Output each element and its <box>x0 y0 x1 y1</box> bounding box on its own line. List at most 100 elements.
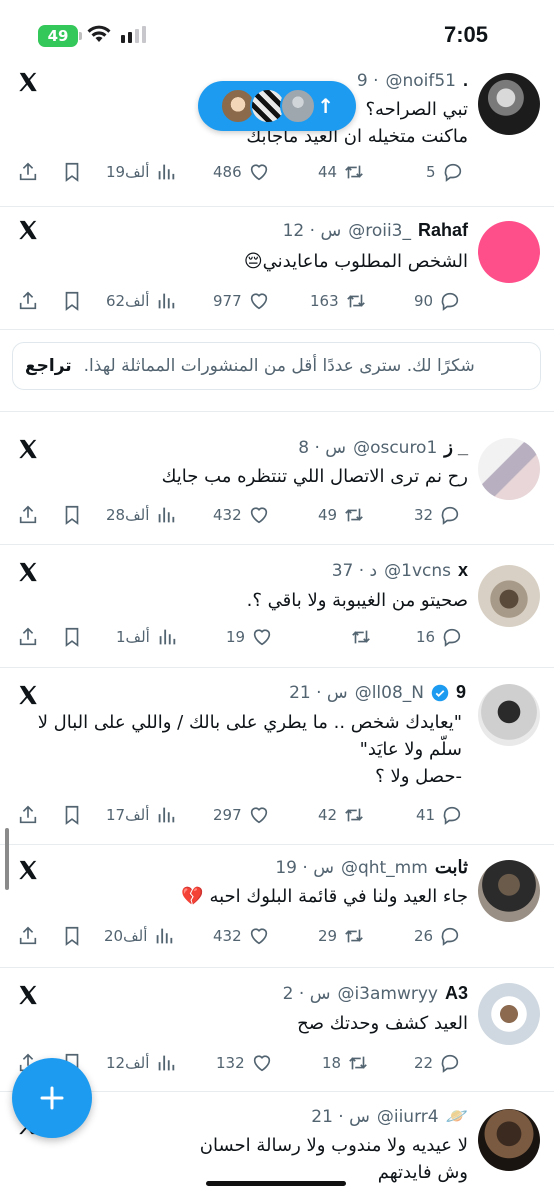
reply-button[interactable]: 5 <box>426 161 464 183</box>
author-name[interactable]: 🪐 <box>446 1106 468 1127</box>
avatar[interactable] <box>478 983 540 1045</box>
author-name[interactable]: A3 <box>445 983 468 1004</box>
like-button[interactable]: 297 <box>213 804 270 826</box>
views-button[interactable]: 17ألف <box>106 804 177 826</box>
views-count: 12ألف <box>106 1054 150 1072</box>
avatar[interactable] <box>478 1109 540 1171</box>
author-name[interactable]: ثابت <box>435 857 468 878</box>
retweet-button[interactable]: 18 <box>322 1052 369 1074</box>
retweet-button[interactable] <box>344 626 372 648</box>
compose-button[interactable] <box>12 1058 92 1138</box>
author-handle[interactable]: @iiurr4 <box>377 1107 439 1127</box>
author-handle[interactable]: @roii3_ <box>348 221 411 241</box>
bookmark-button[interactable] <box>61 804 83 826</box>
retweet-count: 29 <box>318 927 338 945</box>
author-name[interactable]: . <box>463 70 468 91</box>
author-handle[interactable]: @ll08_N <box>355 683 424 703</box>
bookmark-button[interactable] <box>61 161 83 183</box>
share-button[interactable] <box>17 804 39 826</box>
reply-count: 26 <box>414 927 434 945</box>
views-button[interactable]: 19ألف <box>106 161 177 183</box>
author-name[interactable]: ز _ <box>444 437 468 458</box>
author-handle[interactable]: @qht_mm <box>341 858 428 878</box>
scroll-indicator[interactable] <box>5 828 9 890</box>
home-indicator[interactable] <box>206 1181 346 1186</box>
avatar[interactable] <box>478 221 540 283</box>
author-handle[interactable]: @noif51 <box>385 71 456 91</box>
new-posts-pill[interactable]: ↑ <box>198 81 356 131</box>
share-button[interactable] <box>17 161 39 183</box>
views-button[interactable]: 28ألف <box>106 504 177 526</box>
author-handle[interactable]: @i3amwryy <box>337 984 438 1004</box>
bookmark-button[interactable] <box>61 504 83 526</box>
views-icon <box>159 807 175 823</box>
views-icon <box>159 1055 175 1071</box>
views-button[interactable]: 62ألف <box>106 290 177 312</box>
like-button[interactable]: 19 <box>226 626 273 648</box>
views-count: 28ألف <box>106 506 150 524</box>
avatar[interactable] <box>478 565 540 627</box>
reply-button[interactable]: 32 <box>414 504 461 526</box>
tweet-actions: 1ألف 19 16 <box>0 626 554 654</box>
like-button[interactable]: 132 <box>216 1052 273 1074</box>
feedback-notice-box: شكرًا لك. سترى عددًا أقل من المنشورات ال… <box>12 342 541 390</box>
reply-button[interactable]: 16 <box>416 626 463 648</box>
x-logo-icon[interactable] <box>17 438 39 460</box>
tweet-text: جاء العيد ولنا في قائمة البلوك احبه 💔 <box>181 883 468 910</box>
author-name[interactable]: x <box>458 560 468 581</box>
reply-button[interactable]: 26 <box>414 925 461 947</box>
share-button[interactable] <box>17 504 39 526</box>
share-button[interactable] <box>17 290 39 312</box>
tweet-item[interactable]: ثابت @qht_mm 19 · س جاء العيد ولنا في قا… <box>0 845 554 968</box>
retweet-button[interactable]: 42 <box>318 804 365 826</box>
retweet-count: 44 <box>318 163 338 181</box>
views-icon <box>159 164 175 180</box>
x-logo-icon[interactable] <box>17 684 39 706</box>
like-button[interactable]: 432 <box>213 925 270 947</box>
x-logo-icon[interactable] <box>17 984 39 1006</box>
tweet-item[interactable]: 9 @ll08_N 21 · س "يعايدك شخص .. ما يطري … <box>0 668 554 845</box>
like-button[interactable]: 432 <box>213 504 270 526</box>
author-handle[interactable]: @oscuro1 <box>353 438 437 458</box>
undo-button[interactable]: تراجع <box>25 356 72 376</box>
avatar[interactable] <box>478 684 540 746</box>
like-button[interactable]: 486 <box>213 161 270 183</box>
reply-button[interactable]: 22 <box>414 1052 461 1074</box>
tweet-item[interactable]: x @1vcns 37 · د صحيتو من الغيبوبة ولا با… <box>0 545 554 668</box>
retweet-icon <box>345 808 363 822</box>
author-handle[interactable]: @1vcns <box>384 561 451 581</box>
share-button[interactable] <box>17 626 39 648</box>
views-button[interactable]: 1ألف <box>116 626 178 648</box>
share-button[interactable] <box>17 925 39 947</box>
share-icon <box>19 805 37 824</box>
bookmark-button[interactable] <box>61 626 83 648</box>
avatar[interactable] <box>478 860 540 922</box>
views-count: 62ألف <box>106 292 150 310</box>
reply-button[interactable]: 90 <box>414 290 461 312</box>
like-button[interactable]: 977 <box>213 290 270 312</box>
author-name[interactable]: 9 <box>456 682 466 703</box>
x-logo-icon[interactable] <box>17 71 39 93</box>
avatar[interactable] <box>478 73 540 135</box>
retweet-button[interactable]: 44 <box>318 161 365 183</box>
views-count: 1ألف <box>116 628 150 646</box>
x-logo-icon[interactable] <box>17 561 39 583</box>
bookmark-button[interactable] <box>61 925 83 947</box>
retweet-icon <box>345 508 363 522</box>
views-count: 20ألف <box>104 927 148 945</box>
retweet-button[interactable]: 29 <box>318 925 365 947</box>
like-count: 132 <box>216 1054 245 1072</box>
tweet-item[interactable]: ز _ @oscuro1 8 · س رح نم ترى الاتصال الل… <box>0 412 554 545</box>
author-name[interactable]: Rahaf <box>418 220 468 241</box>
x-logo-icon[interactable] <box>17 219 39 241</box>
x-logo-icon[interactable] <box>17 859 39 881</box>
views-button[interactable]: 20ألف <box>104 925 175 947</box>
retweet-button[interactable]: 49 <box>318 504 365 526</box>
retweet-button[interactable]: 163 <box>310 290 367 312</box>
reply-button[interactable]: 41 <box>416 804 463 826</box>
bookmark-button[interactable] <box>61 290 83 312</box>
tweet-item[interactable]: Rahaf @roii3_ 12 · س الشخص المطلوب ماعاي… <box>0 207 554 330</box>
tweet-text: الشخص المطلوب ماعايدني😔 <box>244 248 468 275</box>
views-button[interactable]: 12ألف <box>106 1052 177 1074</box>
avatar[interactable] <box>478 438 540 500</box>
